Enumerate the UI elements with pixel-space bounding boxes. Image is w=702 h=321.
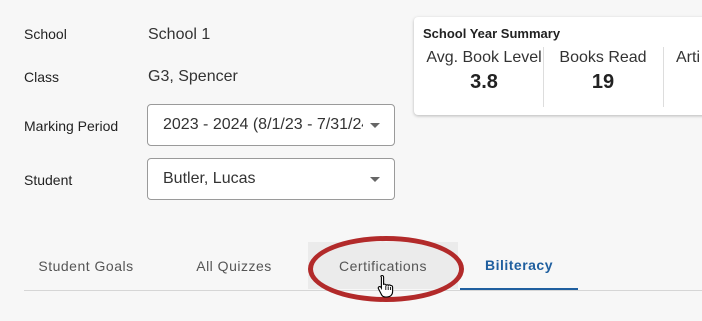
tab-student-goals[interactable]: Student Goals xyxy=(24,242,148,289)
marking-period-value: 2023 - 2024 (8/1/23 - 7/31/24) xyxy=(163,116,363,133)
chevron-down-icon xyxy=(370,177,380,182)
marking-period-select[interactable]: 2023 - 2024 (8/1/23 - 7/31/24) xyxy=(147,104,395,146)
class-value: G3, Spencer xyxy=(148,68,238,85)
stat-label: Avg. Book Level xyxy=(426,49,542,66)
school-label: School xyxy=(24,26,67,42)
stat-value: 19 xyxy=(591,71,615,93)
summary-title: School Year Summary xyxy=(423,26,561,41)
stat-avg-book-level: Avg. Book Level 3.8 xyxy=(423,49,545,94)
student-value: Butler, Lucas xyxy=(163,170,256,187)
stat-divider xyxy=(663,47,664,107)
class-label: Class xyxy=(24,69,60,85)
stat-divider xyxy=(543,47,544,107)
stat-books-read: Books Read 19 xyxy=(554,49,652,94)
student-select[interactable]: Butler, Lucas xyxy=(147,158,395,200)
tab-all-quizzes[interactable]: All Quizzes xyxy=(184,242,284,289)
student-label: Student xyxy=(24,172,73,188)
school-value: School 1 xyxy=(148,26,211,43)
tab-bar: Student Goals All Quizzes Certifications… xyxy=(24,242,702,291)
stat-label: Books Read xyxy=(559,49,647,66)
marking-period-label: Marking Period xyxy=(24,118,119,134)
stat-articles: Arti xyxy=(676,49,702,67)
hand-pointer-icon xyxy=(377,274,394,298)
school-year-summary-card: School Year Summary Avg. Book Level 3.8 … xyxy=(414,17,702,115)
stat-value: 3.8 xyxy=(470,71,498,93)
chevron-down-icon xyxy=(370,123,380,128)
stat-label: Arti xyxy=(676,49,700,66)
tab-biliteracy[interactable]: Biliteracy xyxy=(460,242,578,290)
